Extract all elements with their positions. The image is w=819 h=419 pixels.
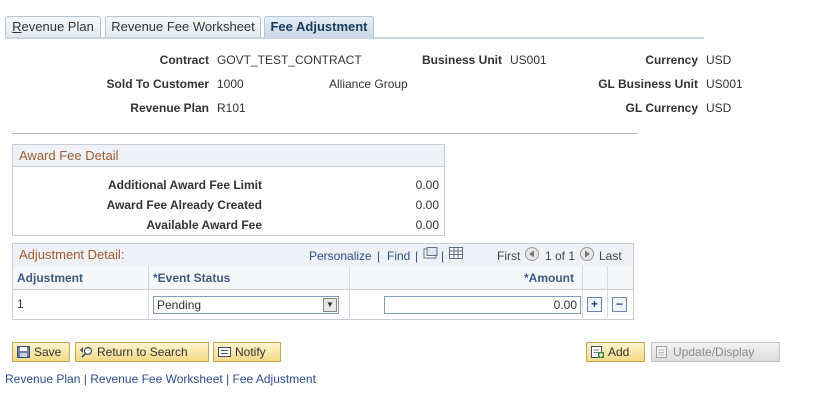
adjustment-number: 1 xyxy=(17,297,24,311)
row-range: 1 of 1 xyxy=(545,249,576,263)
amount-input[interactable]: 0.00 xyxy=(384,296,581,314)
additional-award-fee-limit-label: Additional Award Fee Limit xyxy=(107,178,262,192)
adjustment-detail-title: Adjustment Detail: xyxy=(19,247,125,262)
award-fee-already-created-value: 0.00 xyxy=(415,198,439,212)
footer-separator: | xyxy=(83,372,87,386)
tab-fee-adjustment-label: Fee Adjustment xyxy=(270,19,368,34)
business-unit-value: US001 xyxy=(510,53,547,67)
notify-button[interactable]: Notify xyxy=(213,342,281,362)
gl-business-unit-label: GL Business Unit xyxy=(598,77,698,91)
contract-label: Contract xyxy=(159,53,209,67)
last-label[interactable]: Last xyxy=(599,249,622,263)
event-status-select[interactable]: Pending ▼ xyxy=(153,296,339,314)
column-header-add xyxy=(583,266,608,290)
additional-award-fee-limit-value: 0.00 xyxy=(415,178,439,192)
event-status-selected: Pending xyxy=(157,298,202,312)
currency-label: Currency xyxy=(645,53,698,67)
return-to-search-button[interactable]: Return to Search xyxy=(75,342,209,362)
contract-value: GOVT_TEST_CONTRACT xyxy=(217,53,362,67)
sold-to-customer-value: 1000 xyxy=(217,77,244,91)
add-row-cell: + xyxy=(583,290,608,318)
footer-link-revenue-fee-worksheet[interactable]: Revenue Fee Worksheet xyxy=(90,372,223,386)
available-award-fee-value: 0.00 xyxy=(415,218,439,232)
tab-revenue-plan-accesskey: R xyxy=(12,19,22,34)
save-icon xyxy=(17,346,30,358)
column-header-adjustment[interactable]: Adjustment xyxy=(13,266,149,290)
notify-icon xyxy=(218,347,231,357)
add-label: Add xyxy=(608,345,630,359)
delete-row-icon[interactable]: − xyxy=(612,297,627,312)
next-row-icon[interactable] xyxy=(580,247,594,261)
tab-revenue-plan[interactable]: Revenue Plan xyxy=(5,16,101,37)
add-button[interactable]: Add xyxy=(586,342,645,362)
nav-separator: | xyxy=(377,249,381,263)
event-status-cell: Pending ▼ xyxy=(149,290,350,318)
revenue-plan-label: Revenue Plan xyxy=(130,101,209,115)
personalize-link[interactable]: Personalize xyxy=(309,249,372,263)
chevron-down-icon[interactable]: ▼ xyxy=(323,298,337,312)
view-all-icon[interactable] xyxy=(423,247,438,260)
first-label[interactable]: First xyxy=(497,249,520,263)
adjustment-detail-grid: Adjustment Detail: Personalize | Find | … xyxy=(12,243,634,320)
save-label: Save xyxy=(34,345,62,359)
sold-to-customer-name: Alliance Group xyxy=(329,77,408,91)
award-fee-detail-group: Award Fee Detail Additional Award Fee Li… xyxy=(12,144,445,236)
award-fee-detail-title: Award Fee Detail xyxy=(13,145,444,167)
footer-link-revenue-plan[interactable]: Revenue Plan xyxy=(5,372,80,386)
currency-value: USD xyxy=(706,53,732,67)
download-grid-icon[interactable] xyxy=(449,247,463,260)
tab-fee-adjustment[interactable]: Fee Adjustment xyxy=(264,16,374,39)
column-header-amount[interactable]: *Amount xyxy=(350,266,583,290)
gl-currency-label: GL Currency xyxy=(625,101,698,115)
table-row: 1 xyxy=(13,290,149,318)
tab-revenue-fee-worksheet-label: Revenue Fee Worksheet xyxy=(111,19,255,34)
update-display-label: Update/Display xyxy=(673,345,755,359)
available-award-fee-label: Available Award Fee xyxy=(146,218,262,232)
nav-separator-3: | xyxy=(441,249,445,263)
save-button[interactable]: Save xyxy=(12,342,70,362)
gl-business-unit-value: US001 xyxy=(706,77,743,91)
award-fee-already-created-label: Award Fee Already Created xyxy=(106,198,262,212)
amount-cell: 0.00 xyxy=(350,290,583,318)
notify-label: Notify xyxy=(235,345,266,359)
section-divider xyxy=(12,133,638,134)
return-to-search-label: Return to Search xyxy=(97,345,188,359)
tab-revenue-fee-worksheet[interactable]: Revenue Fee Worksheet xyxy=(105,16,261,37)
return-to-search-icon xyxy=(80,346,93,358)
column-header-event-status[interactable]: *Event Status xyxy=(149,266,350,290)
business-unit-label: Business Unit xyxy=(421,53,502,67)
footer-nav: Revenue Plan | Revenue Fee Worksheet | F… xyxy=(5,372,316,386)
tab-revenue-plan-label: evenue Plan xyxy=(21,19,94,34)
previous-row-icon[interactable] xyxy=(525,247,539,261)
sold-to-customer-label: Sold To Customer xyxy=(106,77,209,91)
nav-separator-2: | xyxy=(415,249,419,263)
add-row-icon[interactable]: + xyxy=(587,297,602,312)
footer-link-fee-adjustment[interactable]: Fee Adjustment xyxy=(233,372,316,386)
update-display-icon xyxy=(656,346,667,358)
gl-currency-value: USD xyxy=(706,101,732,115)
find-link[interactable]: Find xyxy=(387,249,410,263)
column-header-delete xyxy=(608,266,633,290)
footer-separator-2: | xyxy=(226,372,230,386)
revenue-plan-value: R101 xyxy=(217,101,246,115)
delete-row-cell: − xyxy=(608,290,633,318)
update-display-button[interactable]: Update/Display xyxy=(651,342,780,362)
add-icon xyxy=(591,346,604,358)
